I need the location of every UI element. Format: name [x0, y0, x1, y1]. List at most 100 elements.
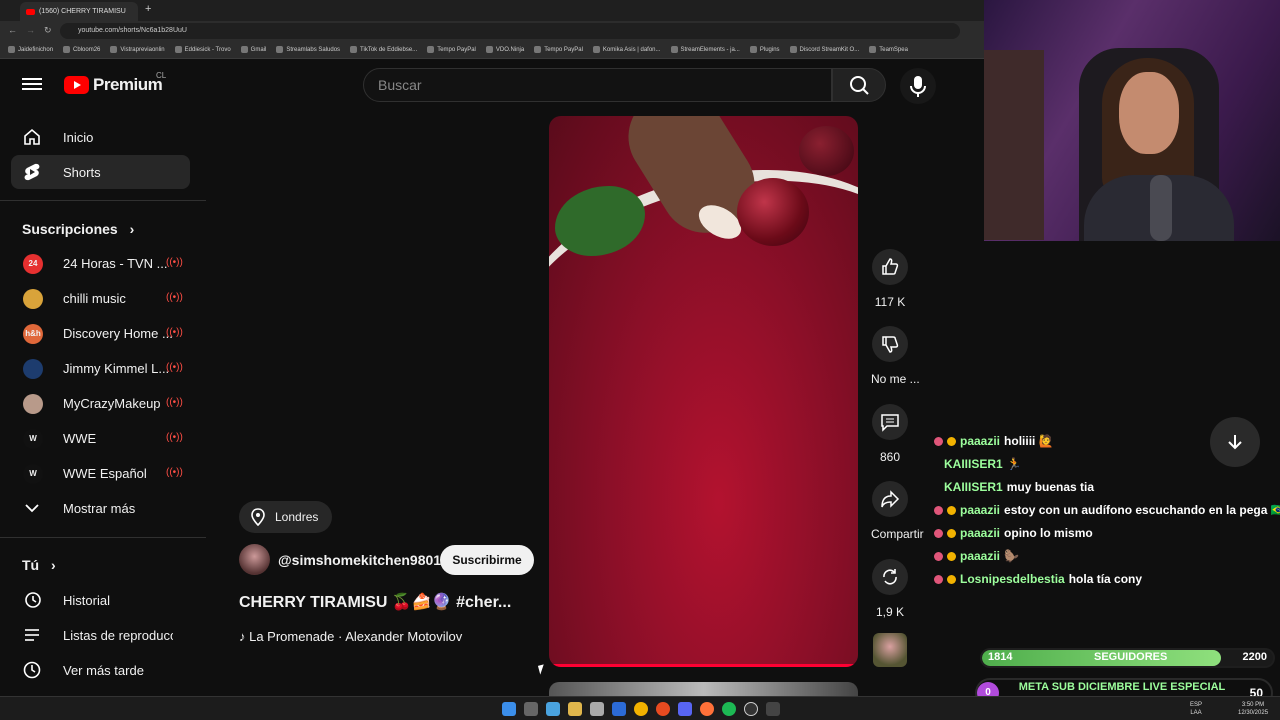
search-input[interactable]: Buscar: [363, 68, 832, 102]
video-progress-bar[interactable]: [549, 664, 858, 667]
bookmark-favicon-icon: [240, 46, 248, 53]
bookmark-item[interactable]: Streamlabs Saludos: [276, 46, 340, 53]
youtube-page: Premium CL Buscar Inicio Shorts Suscripc…: [0, 59, 984, 702]
forward-icon[interactable]: →: [26, 25, 35, 35]
spotify-icon[interactable]: [722, 702, 736, 716]
subscriptions-heading[interactable]: Suscripciones ›: [22, 221, 134, 237]
sub-goal-label: META SUB DICIEMBRE LIVE ESPECIAL: [1018, 681, 1226, 693]
short-video-player[interactable]: [549, 116, 858, 667]
keyboard-language[interactable]: ESP LAA: [1190, 701, 1202, 717]
start-icon[interactable]: [502, 702, 516, 716]
sidebar-item-watch-later[interactable]: Ver más tarde: [11, 653, 190, 687]
chat-username: KAIIISER1: [944, 480, 1003, 494]
gift-badge-icon: [947, 551, 956, 561]
bookmark-label: Plugins: [759, 46, 780, 53]
chat-message: KAIIISER1 muy buenas tia: [944, 480, 1094, 494]
history-icon: [25, 592, 41, 608]
channel-thumbnail[interactable]: [873, 633, 907, 667]
subscription-item[interactable]: chilli music ((•)): [11, 281, 190, 315]
app-icon[interactable]: [766, 702, 780, 716]
subscription-item[interactable]: 24 24 Horas - TVN ... ((•)): [11, 246, 190, 280]
copilot-icon[interactable]: [546, 702, 560, 716]
arrow-down-icon: [1228, 435, 1242, 450]
subscription-item[interactable]: h&h Discovery Home ... ((•)): [11, 316, 190, 350]
browser-tab[interactable]: (1560) CHERRY TIRAMISU: [20, 2, 138, 21]
bookmark-label: Tempo PayPal: [437, 46, 476, 53]
show-more-button[interactable]: Mostrar más: [11, 491, 190, 525]
bookmark-favicon-icon: [63, 46, 71, 53]
brave-icon[interactable]: [656, 702, 670, 716]
bookmark-item[interactable]: Tempo PayPal: [534, 46, 583, 53]
bookmark-item[interactable]: Plugins: [749, 46, 780, 53]
subscription-label: 24 Horas - TVN ...: [63, 255, 168, 271]
subscription-label: Jimmy Kimmel L...: [63, 360, 170, 376]
sidebar-divider: [0, 537, 206, 538]
channel-name[interactable]: @simshomekitchen9801: [278, 552, 441, 568]
channel-info[interactable]: @simshomekitchen9801: [239, 544, 441, 575]
bookmark-item[interactable]: Tempo PayPal: [427, 46, 476, 53]
subscription-item[interactable]: Jimmy Kimmel L... ((•)): [11, 351, 190, 385]
bookmark-item[interactable]: Vistrapreviaonlin: [110, 46, 165, 53]
dislike-button[interactable]: No me ...: [871, 326, 920, 386]
subscription-label: WWE: [63, 430, 97, 446]
sidebar-item-inicio[interactable]: Inicio: [11, 120, 190, 154]
comments-button[interactable]: 860: [871, 404, 909, 464]
voice-search-button[interactable]: [900, 68, 936, 104]
like-button[interactable]: 117 K: [871, 249, 909, 309]
scroll-down-button[interactable]: [1210, 417, 1260, 467]
sidebar-item-historial[interactable]: Historial: [11, 583, 190, 617]
outlook-icon[interactable]: [612, 702, 626, 716]
channel-avatar: W: [23, 429, 43, 449]
discord-icon[interactable]: [678, 702, 692, 716]
clock[interactable]: 3:50 PM 12/30/2025: [1238, 701, 1268, 717]
subscribe-button[interactable]: Suscribirme: [440, 545, 534, 575]
short-title[interactable]: CHERRY TIRAMISU 🍒🍰🔮 #cher...: [239, 592, 511, 612]
channel-avatar[interactable]: [239, 544, 270, 575]
chat-text: holiiii 🙋: [1004, 434, 1054, 448]
bookmark-item[interactable]: TeamSpea: [869, 46, 908, 53]
bookmark-item[interactable]: Cbloom26: [63, 46, 100, 53]
bookmark-item[interactable]: Gmail: [240, 46, 266, 53]
clock-icon: [23, 661, 41, 679]
reload-icon[interactable]: ↻: [44, 25, 52, 36]
sidebar-item-shorts[interactable]: Shorts: [11, 155, 190, 189]
bookmark-item[interactable]: TikTok de Eddiebse...: [350, 46, 417, 53]
url-field[interactable]: youtube.com/shorts/Nc6a1b28UuU: [60, 23, 960, 39]
sidebar-label: Historial: [63, 592, 110, 608]
chrome-icon[interactable]: [634, 702, 648, 716]
music-link[interactable]: ♪ La Promenade · Alexander Motovilov: [239, 629, 462, 644]
chat-text: 🦫: [1004, 549, 1019, 563]
search-button[interactable]: [832, 68, 886, 102]
chevron-right-icon: ›: [51, 557, 56, 573]
bookmark-favicon-icon: [534, 46, 542, 53]
subscription-label: Discovery Home ...: [63, 325, 173, 341]
bookmark-item[interactable]: VDO.Ninja: [485, 46, 524, 53]
thumbs-down-icon: [882, 336, 899, 353]
bookmark-label: Eddiesick - Trovo: [184, 46, 231, 53]
bookmark-item[interactable]: Eddiesick - Trovo: [174, 46, 231, 53]
you-heading[interactable]: Tú ›: [22, 557, 56, 573]
obs-icon[interactable]: [744, 702, 758, 716]
bookmark-item[interactable]: Jaidefinichon: [8, 46, 53, 53]
subscription-item[interactable]: MyCrazyMakeup ((•)): [11, 386, 190, 420]
file-explorer-icon[interactable]: [568, 702, 582, 716]
youtube-premium-logo[interactable]: Premium CL: [64, 71, 166, 95]
new-tab-button[interactable]: +: [145, 3, 151, 15]
task-view-icon[interactable]: [524, 702, 538, 716]
location-chip[interactable]: Londres: [239, 501, 333, 533]
remix-button[interactable]: 1,9 K: [871, 559, 909, 619]
subscription-item[interactable]: W WWE Español ((•)): [11, 456, 190, 490]
sidebar-item-playlists[interactable]: Listas de reproducc...: [11, 618, 190, 652]
hamburger-menu-icon[interactable]: [22, 75, 42, 95]
bookmark-item[interactable]: Komika Asis | dafon...: [592, 46, 661, 53]
subscription-item[interactable]: W WWE ((•)): [11, 421, 190, 455]
back-icon[interactable]: ←: [8, 25, 17, 35]
bookmark-label: TikTok de Eddiebse...: [360, 46, 418, 53]
bookmark-item[interactable]: Discord StreamKit O...: [789, 46, 859, 53]
firefox-icon[interactable]: [700, 702, 714, 716]
share-button[interactable]: Compartir: [871, 481, 924, 541]
store-icon[interactable]: [590, 702, 604, 716]
bookmark-item[interactable]: StreamElements - ja...: [670, 46, 740, 53]
location-pin-icon: [251, 508, 265, 526]
chevron-down-icon: [25, 504, 39, 513]
